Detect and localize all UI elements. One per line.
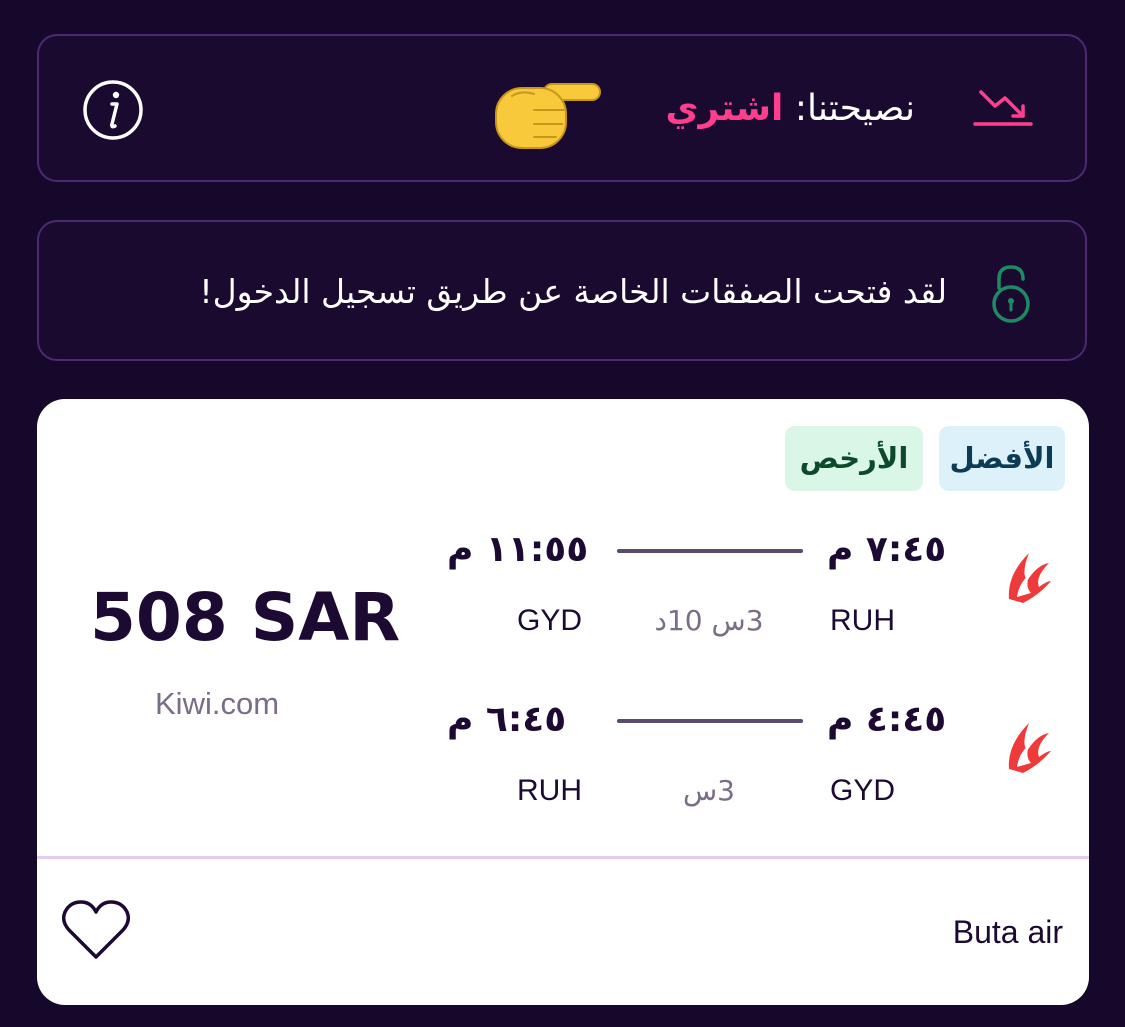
outbound-departure-time: ٧:٤٥ م — [827, 529, 947, 570]
heart-icon[interactable] — [59, 897, 133, 963]
inbound-origin-code: GYD — [830, 774, 896, 807]
outbound-duration: 3س 10د — [654, 604, 764, 637]
inbound-route-line — [617, 719, 803, 723]
provider-name: Kiwi.com — [155, 686, 280, 721]
advice-label: نصيحتنا: — [794, 88, 915, 129]
airline-name: Buta air — [952, 914, 1063, 950]
deals-message: لقد فتحت الصفقات الخاصة عن طريق تسجيل ال… — [199, 272, 947, 311]
airline-logo-icon — [1008, 553, 1051, 603]
badge-cheapest: الأرخص — [785, 426, 923, 491]
badge-best: الأفضل — [939, 426, 1065, 491]
outbound-origin-code: RUH — [830, 604, 895, 637]
inbound-arrival-time: ٦:٤٥ م — [447, 699, 567, 740]
advice-text: نصيحتنا: اشتري — [666, 88, 915, 129]
price: 508 SAR — [90, 579, 401, 656]
outbound-destination-code: GYD — [517, 604, 583, 637]
advice-value: اشتري — [665, 88, 784, 129]
flight-result-card[interactable]: الأفضل الأرخص ٧:٤٥ م ١١:٥٥ م RUH 3س 10د … — [37, 399, 1089, 1005]
deals-panel: لقد فتحت الصفقات الخاصة عن طريق تسجيل ال… — [37, 220, 1087, 361]
outbound-arrival-time: ١١:٥٥ م — [447, 529, 589, 570]
unlock-icon — [992, 265, 1030, 323]
card-divider — [37, 856, 1089, 859]
pointing-hand-icon — [495, 83, 601, 149]
inbound-departure-time: ٤:٤٥ م — [827, 699, 947, 740]
info-icon[interactable] — [81, 78, 145, 142]
trend-down-icon — [973, 90, 1033, 126]
airline-logo-icon — [1008, 723, 1051, 773]
advice-panel: نصيحتنا: اشتري — [37, 34, 1087, 182]
inbound-duration: 3س — [682, 774, 735, 807]
outbound-route-line — [617, 549, 803, 553]
inbound-destination-code: RUH — [517, 774, 582, 807]
